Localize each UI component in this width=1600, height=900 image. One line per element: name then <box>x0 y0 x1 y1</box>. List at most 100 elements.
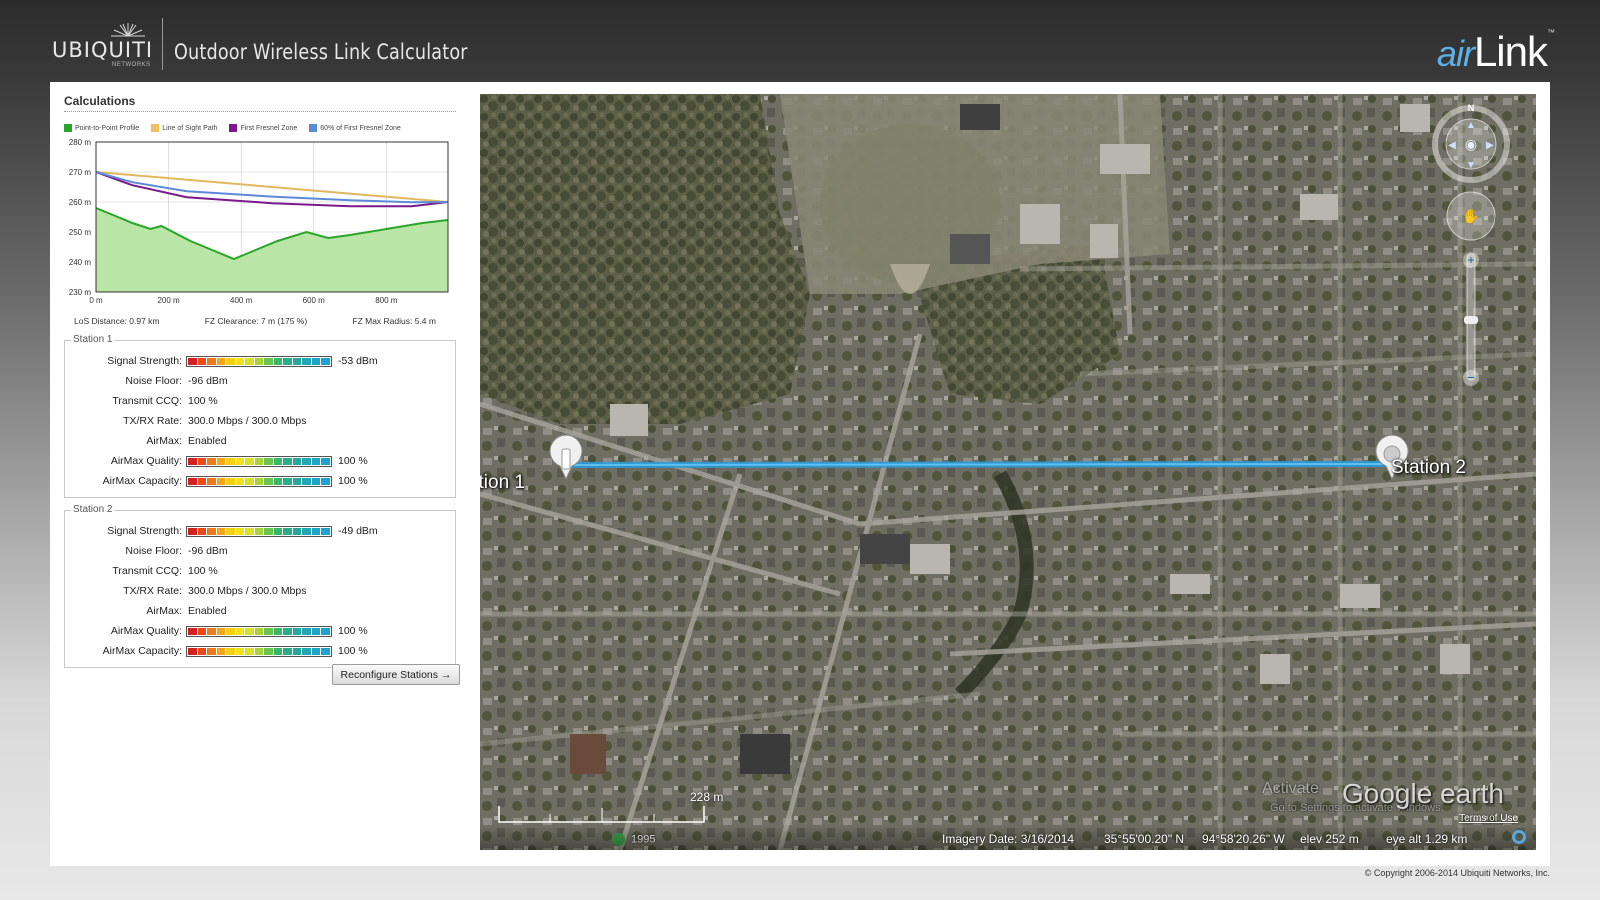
meter-segment <box>207 647 216 655</box>
meter-segment <box>302 647 311 655</box>
meter-segment <box>292 527 302 535</box>
meter-segment <box>216 457 226 465</box>
row-label: Noise Floor: <box>125 375 182 387</box>
meter-segment <box>321 477 330 485</box>
station-row: AirMax Quality: 100 % <box>65 621 455 641</box>
streaming-icon <box>1512 830 1526 847</box>
station-2-box: Station 2 Signal Strength: -49 dBm Noise F… <box>64 504 456 668</box>
eye-altitude: eye alt 1.29 km <box>1386 832 1468 846</box>
station-row: Signal Strength: -53 dBm <box>65 351 455 371</box>
meter-segment <box>254 627 264 635</box>
meter-segment <box>197 647 207 655</box>
row-value: -96 dBm <box>188 545 228 557</box>
y-tick-label: 260 m <box>69 198 92 207</box>
legend-label: Line of Sight Path <box>162 124 218 132</box>
meter-segment <box>273 647 283 655</box>
station-row: Noise Floor: -96 dBm <box>65 541 455 561</box>
legend-label: Point-to-Point Profile <box>75 124 140 132</box>
meter-segment <box>292 477 302 485</box>
ubiquiti-logo: UBIQUITI NETWORKS <box>52 22 162 72</box>
meter-segment <box>292 357 302 365</box>
meter-segment <box>188 477 197 485</box>
map-navigation-controls[interactable]: N ◉ ▲ ▼ ◀ ▶ ✋ + − <box>1432 102 1512 402</box>
legend-item: Point-to-Point Profile <box>64 124 139 132</box>
copyright: © Copyright 2006-2014 Ubiquiti Networks,… <box>1364 868 1550 878</box>
meter-segment <box>226 457 235 465</box>
meter-segment <box>254 357 264 365</box>
meter-segment <box>321 457 330 465</box>
row-value: 100 % <box>338 475 368 487</box>
meter-segment <box>254 477 264 485</box>
meter-segment <box>283 527 292 535</box>
meter-segment <box>283 457 292 465</box>
x-tick-label: 800 m <box>375 296 398 305</box>
legend-swatch <box>229 124 238 132</box>
meter-segment <box>226 527 235 535</box>
meter-segment <box>216 477 226 485</box>
row-label: AirMax Capacity: <box>102 645 182 657</box>
x-tick-label: 600 m <box>303 296 326 305</box>
profile-chart: 280 m 270 m 260 m 250 m 240 m 230 m0 m 200 m 40… <box>64 136 456 320</box>
row-label: Signal Strength: <box>107 355 182 367</box>
zoom-slider-thumb[interactable] <box>1464 316 1478 324</box>
chevron-up-icon[interactable]: ▲ <box>1466 120 1476 131</box>
meter-segment <box>216 527 226 535</box>
legend-item: Line of Sight Path <box>151 124 217 132</box>
meter-segment <box>273 477 283 485</box>
meter-segment <box>264 357 273 365</box>
row-value: 100 % <box>188 565 218 577</box>
meter-segment <box>235 457 245 465</box>
terms-of-use-link[interactable]: Terms of Use <box>1459 813 1518 824</box>
meter-segment <box>292 457 302 465</box>
station-row: TX/RX Rate: 300.0 Mbps / 300.0 Mbps <box>65 581 455 601</box>
latitude: 35°55'00.20" N <box>1104 832 1185 846</box>
row-label: Signal Strength: <box>107 525 182 537</box>
meter-segment <box>264 457 273 465</box>
meter-segment <box>197 627 207 635</box>
y-tick-label: 280 m <box>69 138 92 147</box>
meter-segment <box>273 627 283 635</box>
y-tick-label: 250 m <box>69 228 92 237</box>
chart-legend: Point-to-Point Profile Line of Sight Pat… <box>64 124 456 132</box>
airlink-prefix: air <box>1436 33 1475 74</box>
meter-segment <box>226 627 235 635</box>
calculations-panel: Calculations Point-to-Point Profile Line… <box>64 94 456 668</box>
row-label: AirMax: <box>146 605 182 617</box>
meter-segment <box>311 627 321 635</box>
meter-segment <box>283 647 292 655</box>
station-row: Noise Floor: -96 dBm <box>65 371 455 391</box>
row-value: 100 % <box>338 645 368 657</box>
meter-segment <box>302 527 311 535</box>
satellite-imagery[interactable] <box>480 94 1536 850</box>
meter-segment <box>235 627 245 635</box>
row-label: AirMax: <box>146 435 182 447</box>
legend-swatch <box>309 124 318 132</box>
meter-segment <box>226 357 235 365</box>
reconfigure-stations-button[interactable]: Reconfigure Stations → <box>332 664 460 685</box>
meter-segment <box>188 457 197 465</box>
meter-segment <box>302 457 311 465</box>
brand-sub: NETWORKS <box>112 62 151 68</box>
station-row: AirMax: Enabled <box>65 431 455 451</box>
meter-segment <box>235 477 245 485</box>
x-tick-label: 0 m <box>89 296 103 305</box>
meter-segment <box>207 477 216 485</box>
meter-segment <box>188 647 197 655</box>
meter-segment <box>264 527 273 535</box>
main-panel: Calculations Point-to-Point Profile Line… <box>50 82 1550 866</box>
meter-segment <box>321 527 330 535</box>
map-view[interactable]: Station 1 Station 2 N ◉ ▲ ▼ ◀ ▶ ✋ + − Ac… <box>480 94 1536 850</box>
meter-segment <box>264 647 273 655</box>
station-row: Transmit CCQ: 100 % <box>65 561 455 581</box>
activate-windows-text: Activate <box>1262 780 1319 797</box>
row-value: -49 dBm <box>338 525 378 537</box>
chevron-right-icon[interactable]: ▶ <box>1486 140 1494 151</box>
meter-segment <box>226 647 235 655</box>
chevron-down-icon[interactable]: ▼ <box>1466 160 1476 171</box>
profile-chart-svg: 280 m 270 m 260 m 250 m 240 m 230 m0 m 200 m 40… <box>69 138 449 305</box>
meter-segment <box>311 647 321 655</box>
header-divider <box>162 18 163 70</box>
row-label: Transmit CCQ: <box>112 565 182 577</box>
meter-segment <box>311 457 321 465</box>
chevron-left-icon[interactable]: ◀ <box>1448 140 1456 151</box>
